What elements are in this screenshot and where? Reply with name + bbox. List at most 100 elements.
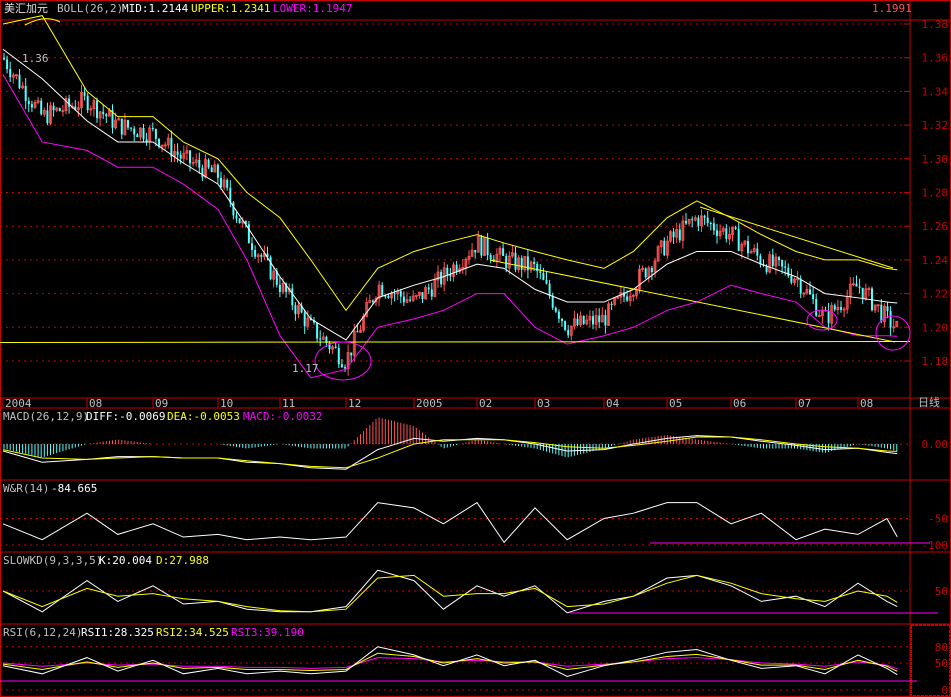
boll-label: BOLL(26,2) bbox=[57, 2, 124, 15]
x-tick-label: 07 bbox=[798, 397, 811, 410]
x-tick-label: 10 bbox=[220, 397, 233, 410]
candle-down bbox=[393, 293, 396, 295]
macd-diff-line bbox=[2, 435, 898, 470]
candle-down bbox=[350, 352, 353, 356]
candle-down bbox=[176, 151, 179, 155]
candle-down bbox=[46, 110, 49, 124]
candle-down bbox=[833, 305, 836, 310]
last-price: 1.1991 bbox=[872, 2, 912, 15]
candle-down bbox=[96, 100, 98, 118]
candle-down bbox=[545, 279, 548, 284]
period-label[interactable]: 日线 bbox=[918, 396, 940, 409]
candle-down bbox=[337, 347, 340, 365]
candle-down bbox=[626, 296, 629, 301]
boll-lower: LOWER:1.1947 bbox=[273, 2, 353, 15]
candle-down bbox=[747, 241, 749, 254]
candle-down bbox=[151, 127, 154, 130]
candle-down bbox=[840, 307, 842, 310]
candle-down bbox=[737, 228, 740, 251]
candle-down bbox=[716, 230, 718, 236]
candle-down bbox=[644, 268, 647, 278]
outer-frame bbox=[0, 0, 951, 697]
candle-down bbox=[430, 289, 433, 297]
candle-down bbox=[3, 57, 5, 60]
candle-down bbox=[712, 223, 715, 231]
candle-down bbox=[889, 311, 892, 328]
candle-down bbox=[207, 159, 210, 168]
boll-mid: MID:1.2144 bbox=[122, 2, 189, 15]
candle-down bbox=[216, 164, 219, 178]
candle-down bbox=[102, 111, 105, 115]
candle-down bbox=[725, 228, 728, 239]
candle-down bbox=[672, 231, 675, 238]
candle-down bbox=[226, 179, 229, 188]
y-tick-label: 1.38 bbox=[922, 18, 949, 31]
candle-down bbox=[855, 283, 858, 287]
x-tick-label: 02 bbox=[479, 397, 492, 410]
y-tick-label: -50 bbox=[928, 513, 948, 526]
candle-down bbox=[210, 167, 213, 173]
candle-down bbox=[790, 276, 793, 283]
candle-down bbox=[238, 218, 241, 224]
trend-line-lower bbox=[489, 259, 896, 343]
candle-down bbox=[446, 267, 449, 275]
candle-down bbox=[9, 69, 12, 78]
y-tick-label: 50 bbox=[935, 657, 948, 670]
candle-down bbox=[381, 285, 384, 296]
candle-down bbox=[232, 202, 235, 216]
support-line bbox=[0, 340, 911, 343]
candle-down bbox=[133, 128, 136, 135]
rsi3: RSI3:39.190 bbox=[231, 626, 304, 639]
x-tick-label: 12 bbox=[348, 397, 361, 410]
y-tick-label: 0 bbox=[941, 684, 948, 697]
y-tick-label: 1.22 bbox=[922, 288, 949, 301]
kd-label: SLOWKD(9,3,3,5) bbox=[3, 554, 103, 567]
candle-down bbox=[278, 284, 281, 292]
candle-down bbox=[402, 296, 405, 303]
candle-down bbox=[291, 288, 294, 306]
candle-down bbox=[303, 312, 306, 327]
candle-down bbox=[40, 100, 43, 115]
candle-down bbox=[861, 287, 864, 300]
candle-down bbox=[24, 85, 27, 101]
candle-down bbox=[421, 292, 424, 300]
candle-down bbox=[235, 215, 238, 219]
candle-down bbox=[344, 367, 346, 369]
candle-down bbox=[179, 154, 182, 159]
annotation-low: 1.17 bbox=[292, 362, 319, 375]
candle-down bbox=[6, 59, 9, 70]
candle-down bbox=[592, 316, 594, 325]
y-tick-label: 1.18 bbox=[922, 355, 949, 368]
y-tick-label: 1.26 bbox=[922, 220, 949, 233]
candle-down bbox=[564, 321, 567, 330]
candle-down bbox=[551, 295, 554, 308]
candle-down bbox=[356, 331, 359, 333]
y-tick-label: 1.28 bbox=[922, 187, 949, 200]
x-tick-label: 04 bbox=[606, 397, 620, 410]
candle-down bbox=[576, 318, 579, 325]
boll-upper: UPPER:1.2341 bbox=[191, 2, 271, 15]
highlight-circle bbox=[875, 315, 911, 351]
candle-down bbox=[58, 108, 61, 112]
candle-down bbox=[809, 289, 811, 295]
candle-down bbox=[880, 304, 883, 322]
candle-down bbox=[18, 74, 21, 88]
boll-mid-line bbox=[2, 48, 898, 341]
candle-down bbox=[554, 307, 557, 312]
symbol-name: 美汇加元 bbox=[4, 2, 48, 15]
candle-down bbox=[756, 248, 759, 256]
candle-down bbox=[319, 338, 322, 340]
candle-down bbox=[127, 120, 129, 128]
x-tick-label: 11 bbox=[282, 397, 295, 410]
candle-down bbox=[604, 315, 607, 326]
candle-down bbox=[663, 240, 666, 256]
chart-canvas: 1.38 1.36 1.34 1.32 1.30 1.28 1.26 1.24 1.22 1.20… bbox=[0, 0, 951, 697]
candle-down bbox=[799, 278, 802, 294]
macd-dea: DEA:-0.0053 bbox=[167, 410, 240, 423]
candle-down bbox=[334, 346, 337, 348]
candle-down bbox=[189, 150, 191, 164]
candle-down bbox=[650, 267, 653, 273]
y-tick-label: 1.36 bbox=[922, 52, 949, 65]
y-tick-label: 1.32 bbox=[922, 119, 949, 132]
macd-diff: DIFF:-0.0069 bbox=[86, 410, 166, 423]
